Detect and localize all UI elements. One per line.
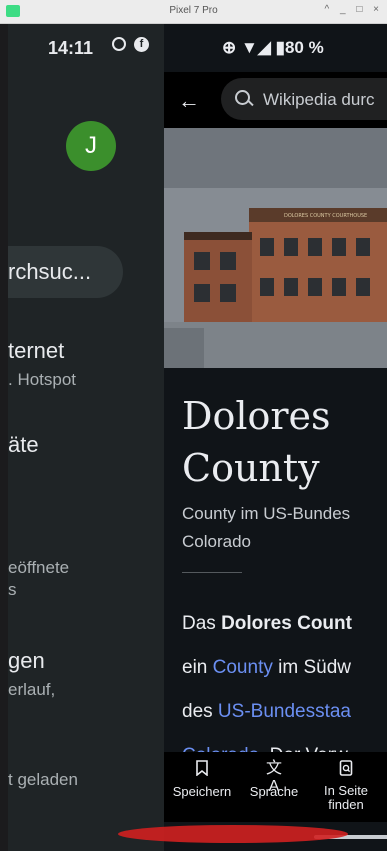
- article-bottom-toolbar: Speichern 文A Sprache In Seite finden: [164, 752, 387, 822]
- bookmark-icon: [194, 760, 210, 778]
- body-line3: des US-Bundesstaa: [182, 690, 352, 734]
- wiki-toolbar: ← Wikipedia durc: [164, 72, 387, 128]
- wikipedia-app: ⊕ ▼◢ ▮80 % ← Wikipedia durc DOLORES COUN…: [164, 24, 387, 851]
- article-description: County im US-Bundes Colorado: [182, 500, 350, 556]
- settings-item-apps-subtitle2: s: [8, 580, 17, 599]
- wiki-search-bar[interactable]: Wikipedia durc: [221, 78, 387, 120]
- translate-icon: 文A: [266, 760, 283, 795]
- article-description-line2: Colorado: [182, 532, 251, 551]
- language-label: Sprache: [249, 784, 299, 799]
- settings-item-battery-subtitle: t geladen: [8, 770, 78, 789]
- save-label: Speichern: [172, 784, 232, 799]
- status-time: 14:11: [48, 38, 94, 58]
- body-text: im Südw: [272, 657, 351, 678]
- courthouse-sign-text: DOLORES COUNTY COURTHOUSE: [284, 213, 367, 219]
- body-bold-text: Dolores Count: [221, 613, 352, 634]
- sync-status-icon: [112, 37, 126, 51]
- link-us-bundesstaat[interactable]: US-Bundesstaa: [218, 701, 351, 722]
- body-text: Das: [182, 613, 222, 634]
- avatar[interactable]: J: [66, 121, 116, 171]
- body-line1: Das Dolores Count: [182, 602, 352, 646]
- body-text: ein: [182, 657, 213, 678]
- settings-item-notifications-title[interactable]: gen: [8, 648, 45, 674]
- find-in-page-icon: [338, 760, 354, 778]
- divider: [182, 572, 242, 573]
- settings-item-notifications-subtitle: erlauf,: [8, 680, 56, 699]
- settings-item-internet-title[interactable]: ternet: [8, 338, 64, 364]
- body-text: des: [182, 701, 218, 722]
- find-in-page-button[interactable]: In Seite finden: [316, 760, 376, 812]
- back-arrow-icon[interactable]: ←: [178, 88, 200, 114]
- body-line2: ein County im Südw: [182, 646, 352, 690]
- settings-item-devices-title[interactable]: äte: [8, 432, 39, 458]
- article-title-line2: County: [182, 446, 320, 490]
- settings-item-apps-subtitle: eöffnete: [8, 558, 70, 577]
- courthouse-photo: DOLORES COUNTY COURTHOUSE: [164, 128, 387, 368]
- facebook-status-icon: f: [134, 37, 149, 52]
- search-icon: [235, 90, 250, 105]
- red-annotation-mark: [118, 825, 348, 843]
- find-in-page-label: In Seite finden: [323, 783, 369, 812]
- settings-search-text: rchsuc...: [8, 259, 92, 284]
- window-controls[interactable]: ^ _ □ ×: [325, 4, 383, 15]
- status-bar-icons: ⊕ ▼◢ ▮80 %: [222, 38, 324, 57]
- settings-search-bar[interactable]: rchsuc...: [8, 246, 123, 298]
- article-description-line1: County im US-Bundes: [182, 504, 351, 523]
- device-screen: 14:11 f J rchsuc... ternet . Hotspot äte…: [8, 24, 387, 851]
- wiki-search-placeholder: Wikipedia durc: [263, 90, 375, 109]
- link-county[interactable]: County: [213, 657, 273, 678]
- article-title: Dolores County: [182, 390, 331, 494]
- window-titlebar: Pixel 7 Pro ^ _ □ ×: [0, 0, 387, 24]
- article-lead-image[interactable]: DOLORES COUNTY COURTHOUSE: [164, 128, 387, 368]
- settings-drawer: 14:11 f J rchsuc... ternet . Hotspot äte…: [8, 24, 164, 851]
- language-button[interactable]: 文A Sprache: [244, 760, 304, 799]
- settings-item-internet-subtitle: . Hotspot: [8, 370, 77, 389]
- save-button[interactable]: Speichern: [170, 760, 234, 799]
- article-title-line1: Dolores: [182, 394, 331, 438]
